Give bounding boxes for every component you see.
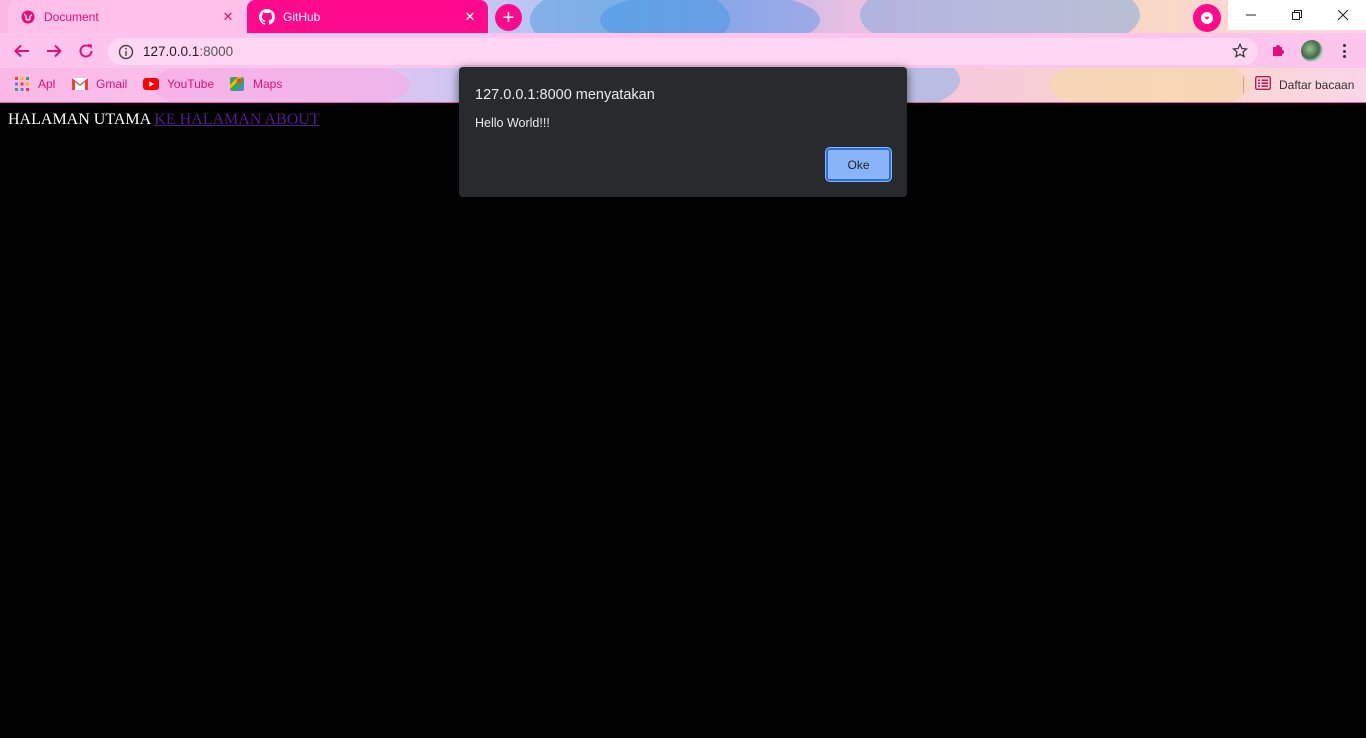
bookmark-gmail[interactable]: Gmail [72, 76, 127, 92]
github-icon [259, 8, 275, 25]
arrow-right-icon [47, 44, 62, 58]
bookmark-youtube[interactable]: YouTube [143, 76, 214, 92]
url-port: :8000 [199, 44, 234, 59]
tab-github[interactable]: GitHub ✕ [247, 0, 488, 33]
minimize-button[interactable] [1228, 0, 1274, 30]
reading-list-icon [1254, 75, 1272, 93]
toolbar: 127.0.0.1:8000 [0, 33, 1366, 68]
maps-icon [229, 76, 245, 92]
reload-icon [79, 44, 93, 58]
tab-search-button[interactable] [1193, 4, 1221, 32]
close-icon [1338, 10, 1348, 20]
tab-title: Document [44, 9, 99, 24]
bookmark-label: Apl [38, 77, 56, 91]
dialog-message: Hello World!!! [475, 116, 550, 130]
tab-document[interactable]: Document ✕ [8, 0, 246, 33]
info-icon[interactable] [118, 44, 134, 60]
chevron-down-icon [1201, 12, 1213, 24]
page-viewport: HALAMAN UTAMA KE HALAMAN ABOUT [0, 103, 1366, 738]
restore-icon [1292, 10, 1302, 20]
minimize-icon [1246, 14, 1256, 16]
close-tab-icon[interactable]: ✕ [462, 9, 478, 25]
url-host: 127.0.0.1 [143, 44, 200, 59]
close-tab-icon[interactable]: ✕ [220, 9, 236, 25]
bookmark-label: Gmail [96, 77, 128, 91]
reload-button[interactable] [72, 37, 100, 65]
tab-title: GitHub [283, 9, 321, 24]
profile-avatar[interactable] [1301, 40, 1323, 62]
reading-list-label: Daftar bacaan [1279, 77, 1355, 92]
bookmarks-divider [1243, 77, 1244, 93]
alert-dialog: 127.0.0.1:8000 menyatakan Hello World!!!… [459, 67, 907, 197]
close-window-button[interactable] [1320, 0, 1366, 30]
bookmark-star-icon[interactable] [1232, 43, 1248, 59]
reading-list-button[interactable]: Daftar bacaan [1254, 75, 1355, 93]
forward-button[interactable] [40, 37, 68, 65]
extensions-puzzle-icon[interactable] [1270, 42, 1286, 58]
page-body: HALAMAN UTAMA KE HALAMAN ABOUT [8, 111, 320, 129]
ok-button[interactable]: Oke [826, 148, 891, 181]
address-bar[interactable]: 127.0.0.1:8000 [108, 38, 1258, 65]
back-button[interactable] [8, 37, 36, 65]
restore-button[interactable] [1274, 0, 1320, 30]
bookmark-label: YouTube [167, 77, 215, 91]
apps-grid-icon [14, 76, 30, 92]
about-page-link[interactable]: KE HALAMAN ABOUT [154, 111, 319, 128]
gmail-icon [72, 76, 88, 92]
bookmark-label: Maps [253, 77, 283, 91]
youtube-icon [143, 76, 159, 92]
bookmark-apl[interactable]: Apl [14, 76, 55, 92]
menu-kebab-icon[interactable] [1336, 42, 1352, 60]
url-text[interactable]: 127.0.0.1:8000 [143, 44, 233, 59]
dialog-title: 127.0.0.1:8000 menyatakan [475, 87, 655, 103]
arrow-left-icon [14, 44, 29, 58]
page-heading-text: HALAMAN UTAMA [8, 111, 151, 128]
bookmark-maps[interactable]: Maps [229, 76, 282, 92]
new-tab-button[interactable]: + [495, 4, 522, 31]
globe-icon [20, 9, 36, 25]
